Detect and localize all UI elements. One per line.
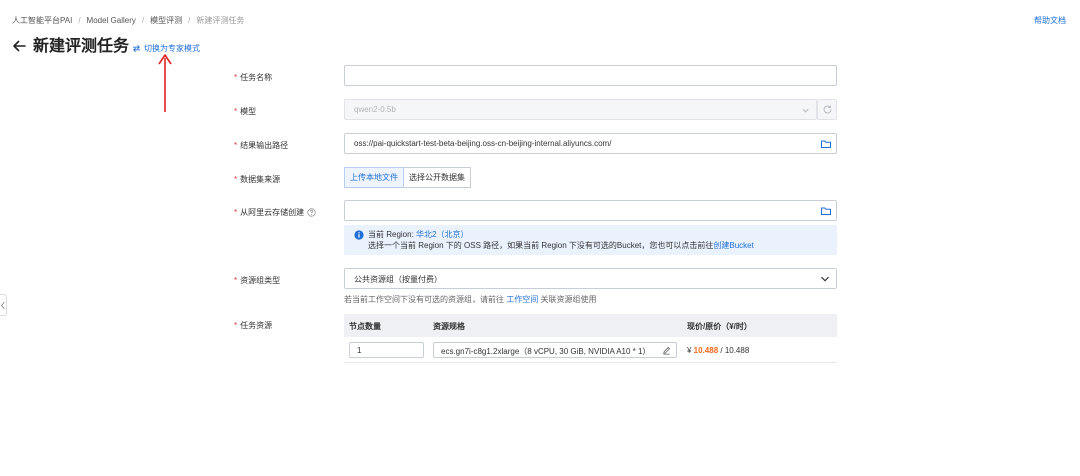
back-arrow-icon[interactable] [11,38,27,54]
oss-path-input[interactable] [344,200,837,221]
dataset-source-segmented: 上传本地文件 选择公开数据集 [344,167,471,188]
task-name-input[interactable] [344,65,837,86]
breadcrumb-item-current: 新建评测任务 [196,15,245,25]
col-node-count: 节点数量 [349,322,381,331]
breadcrumb-item-model-gallery[interactable]: Model Gallery [87,16,136,25]
model-label: * 模型 [234,107,257,116]
model-select[interactable]: qwen2-0.5b [344,99,817,120]
chevron-down-icon [802,108,809,113]
region-info-box: 当前 Region: 华北2（北京） 选择一个当前 Region 下的 OSS … [344,225,837,255]
col-resource-spec: 资源规格 [433,322,465,331]
annotation-arrow-icon [158,54,172,112]
current-price: 10.488 [693,346,719,355]
output-path-label: * 结果输出路径 [234,141,289,150]
edit-icon[interactable] [662,346,671,355]
region-value: 华北2（北京） [416,230,469,239]
resource-group-label: * 资源组类型 [234,276,281,285]
node-count-input[interactable]: 1 [349,342,424,358]
dataset-source-label: * 数据集来源 [234,175,281,184]
help-circle-icon[interactable] [307,208,316,217]
folder-icon[interactable] [820,205,832,217]
resource-spec-select[interactable]: ecs.gn7i-c8g1.2xlarge（8 vCPU, 30 GiB, NV… [433,342,677,358]
sidebar-collapse-toggle[interactable] [0,294,7,316]
folder-icon[interactable] [820,138,832,150]
breadcrumb-item-pai[interactable]: 人工智能平台PAI [12,15,72,26]
col-price: 现价/原价（¥/时） [687,322,752,331]
workspace-link[interactable]: 工作空间 [506,295,538,304]
output-path-input[interactable]: oss://pai-quickstart-test-beta-beijing.o… [344,133,837,154]
refresh-button[interactable] [817,99,837,120]
region-help-line: 选择一个当前 Region 下的 OSS 路径，如果当前 Region 下没有可… [368,241,754,250]
table-row: 1 ecs.gn7i-c8g1.2xlarge（8 vCPU, 30 GiB, … [344,337,837,363]
create-bucket-link[interactable]: 创建Bucket [713,241,753,250]
chevron-left-icon [0,301,5,310]
resource-table-header: 节点数量 资源规格 现价/原价（¥/时） [344,314,837,337]
region-line: 当前 Region: 华北2（北京） [368,230,469,239]
breadcrumb: 人工智能平台PAI / Model Gallery / 模型评测 / 新建评测任… [12,15,244,25]
upload-local-file-option[interactable]: 上传本地文件 [344,167,404,188]
resource-group-select[interactable]: 公共资源组（按量付费） [344,268,837,289]
breadcrumb-separator: / [141,15,145,25]
output-path-value: oss://pai-quickstart-test-beta-beijing.o… [354,139,612,148]
refresh-icon [823,105,832,114]
resource-group-value: 公共资源组（按量付费） [354,275,442,284]
chevron-down-icon [821,276,829,282]
switch-icon [132,45,141,52]
task-resource-label: * 任务资源 [234,321,273,330]
breadcrumb-separator: / [78,15,81,25]
original-price: 10.488 [724,346,750,355]
page-title: 新建评测任务 [33,38,130,55]
task-name-label: * 任务名称 [234,73,273,82]
resource-group-hint: 若当前工作空间下没有可选的资源组，请前往 工作空间 关联资源组使用 [344,295,597,304]
breadcrumb-separator: / [188,15,191,25]
oss-create-label: * 从阿里云存储创建 [234,207,316,218]
info-icon [354,230,364,240]
help-docs-link[interactable]: 帮助文档 [1034,15,1066,26]
model-value: qwen2-0.5b [354,105,396,114]
price-value: ¥ 10.488 / 10.488 [687,346,750,355]
breadcrumb-item-model-eval[interactable]: 模型评测 [150,15,182,26]
public-dataset-option[interactable]: 选择公开数据集 [404,167,471,188]
